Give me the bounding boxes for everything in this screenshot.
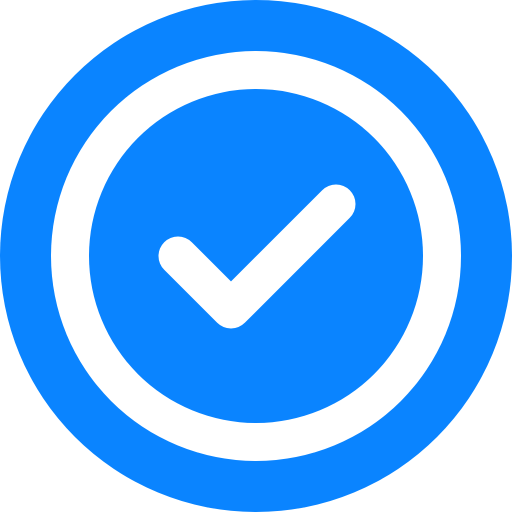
inner-disc	[89, 89, 423, 423]
icon-canvas	[0, 0, 512, 512]
check-circle-icon	[0, 0, 512, 512]
